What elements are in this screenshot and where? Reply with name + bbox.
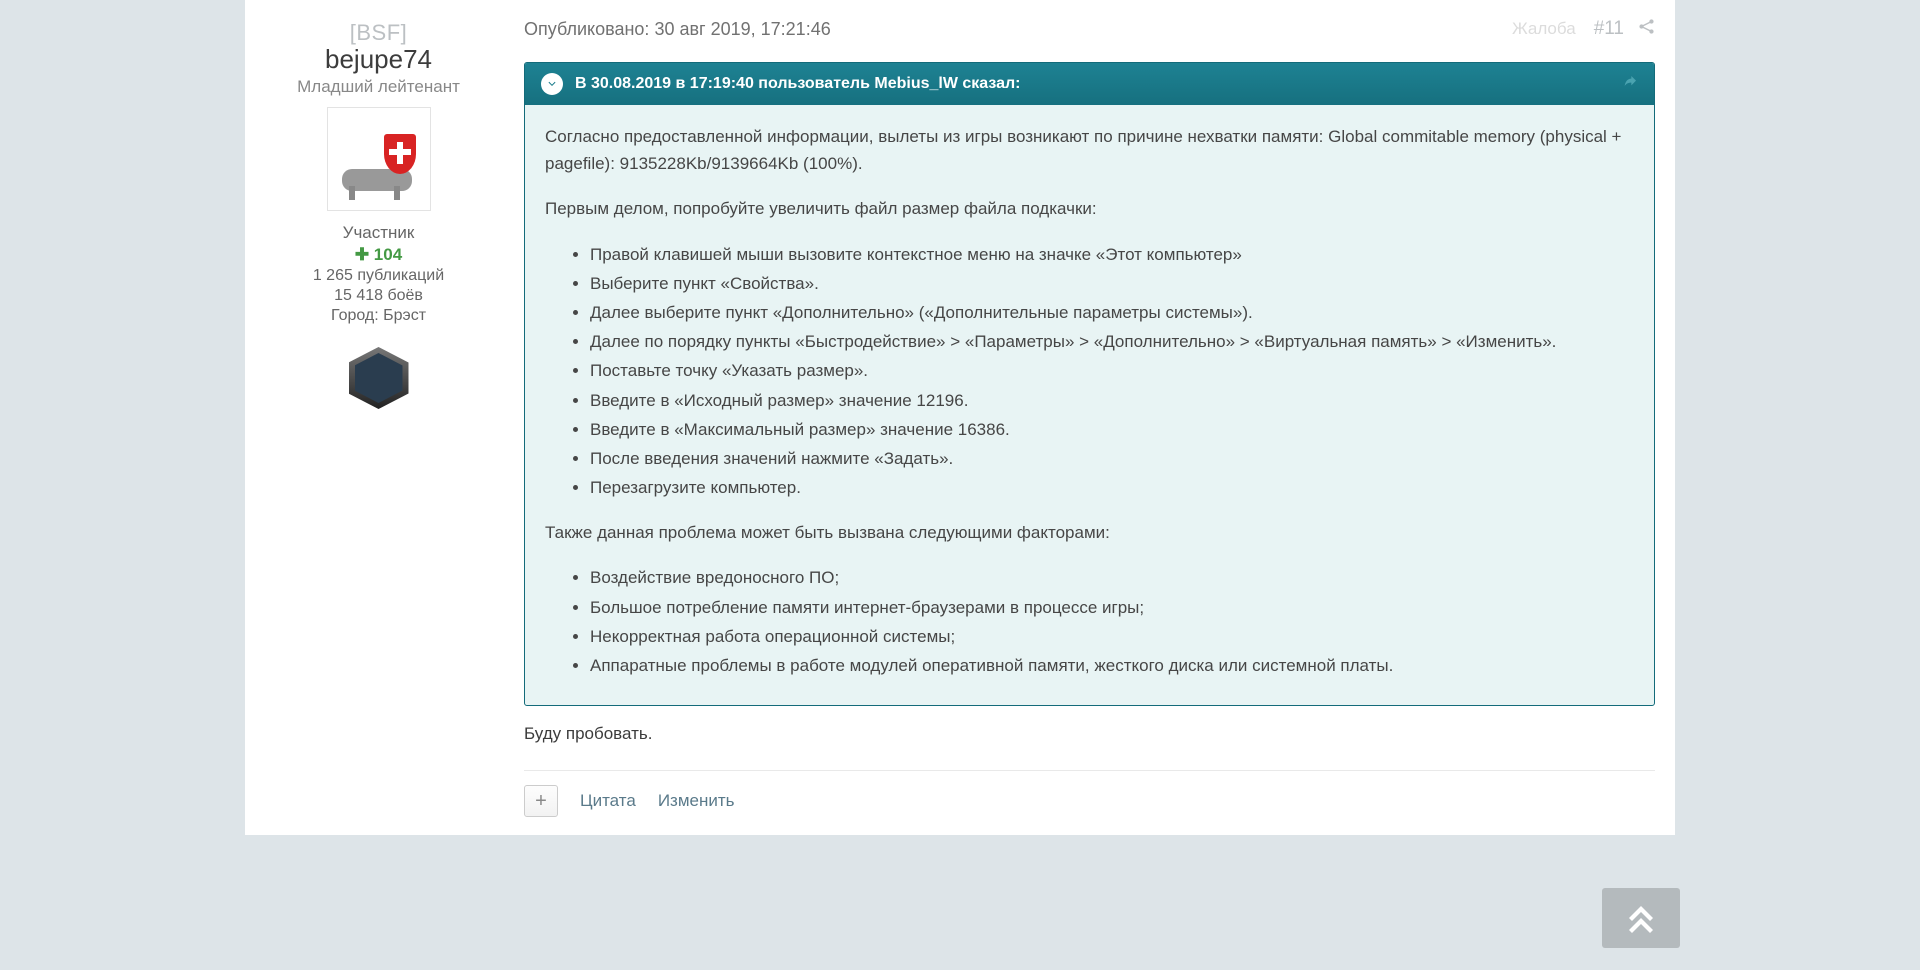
quote-header: В 30.08.2019 в 17:19:40 пользователь Meb… — [525, 63, 1654, 105]
list-item: После введения значений нажмите «Задать»… — [590, 445, 1634, 472]
author-badge[interactable] — [349, 347, 409, 409]
quote-block: В 30.08.2019 в 17:19:40 пользователь Meb… — [524, 62, 1655, 706]
edit-button[interactable]: Изменить — [658, 791, 735, 811]
quote-header-text: В 30.08.2019 в 17:19:40 пользователь Meb… — [575, 75, 1021, 93]
scroll-to-top-button[interactable] — [1602, 888, 1680, 948]
plus-icon: ✚ — [355, 245, 374, 264]
quote-p3: Также данная проблема может быть вызвана… — [545, 519, 1634, 546]
quote-steps-list: Правой клавишей мыши вызовите контекстно… — [590, 241, 1634, 502]
list-item: Воздействие вредоносного ПО; — [590, 564, 1634, 591]
published-label: Опубликовано: — [524, 19, 649, 40]
list-item: Правой клавишей мыши вызовите контекстно… — [590, 241, 1634, 268]
multiquote-button[interactable]: + — [524, 785, 558, 817]
author-avatar[interactable] — [327, 107, 431, 211]
chevron-down-icon — [546, 78, 558, 90]
post-number[interactable]: #11 — [1594, 18, 1624, 40]
quote-body: Согласно предоставленной информации, выл… — [525, 105, 1654, 705]
author-city: Город: Брэст — [265, 307, 492, 325]
author-rank: Младший лейтенант — [265, 77, 492, 97]
forum-post: [BSF] bejupe74 Младший лейтенант Участни… — [255, 0, 1665, 835]
list-item: Некорректная работа операционной системы… — [590, 623, 1634, 650]
author-reputation[interactable]: ✚ 104 — [265, 245, 492, 265]
reply-text: Буду пробовать. — [524, 724, 1655, 744]
author-clan[interactable]: [BSF] — [265, 20, 492, 46]
post-meta: Опубликовано: 30 авг 2019, 17:21:46 Жало… — [524, 18, 1655, 40]
author-role: Участник — [265, 223, 492, 243]
list-item: Далее по порядку пункты «Быстродействие»… — [590, 328, 1634, 355]
list-item: Поставьте точку «Указать размер». — [590, 357, 1634, 384]
list-item: Аппаратные проблемы в работе модулей опе… — [590, 652, 1634, 679]
quote-button[interactable]: Цитата — [580, 791, 636, 811]
author-username[interactable]: bejupe74 — [265, 44, 492, 75]
quote-factors-list: Воздействие вредоносного ПО; Большое пот… — [590, 564, 1634, 679]
share-icon[interactable] — [1638, 18, 1655, 40]
avatar-image — [334, 114, 424, 204]
author-posts: 1 265 публикаций — [265, 267, 492, 285]
author-sidebar: [BSF] bejupe74 Младший лейтенант Участни… — [255, 0, 502, 835]
list-item: Выберите пункт «Свойства». — [590, 270, 1634, 297]
quote-share-icon[interactable] — [1622, 74, 1638, 95]
post-content: Опубликовано: 30 авг 2019, 17:21:46 Жало… — [502, 0, 1665, 835]
list-item: Далее выберите пункт «Дополнительно» («Д… — [590, 299, 1634, 326]
post-footer: + Цитата Изменить — [524, 770, 1655, 817]
list-item: Перезагрузите компьютер. — [590, 474, 1634, 501]
collapse-toggle[interactable] — [541, 73, 563, 95]
published-date[interactable]: 30 авг 2019, 17:21:46 — [654, 19, 830, 40]
chevron-up-double-icon — [1623, 900, 1659, 936]
list-item: Введите в «Максимальный размер» значение… — [590, 416, 1634, 443]
quote-p2: Первым делом, попробуйте увеличить файл … — [545, 195, 1634, 222]
list-item: Большое потребление памяти интернет-брау… — [590, 594, 1634, 621]
author-battles: 15 418 боёв — [265, 287, 492, 305]
list-item: Введите в «Исходный размер» значение 121… — [590, 387, 1634, 414]
quote-intro: Согласно предоставленной информации, выл… — [545, 123, 1634, 177]
report-link[interactable]: Жалоба — [1512, 19, 1576, 39]
